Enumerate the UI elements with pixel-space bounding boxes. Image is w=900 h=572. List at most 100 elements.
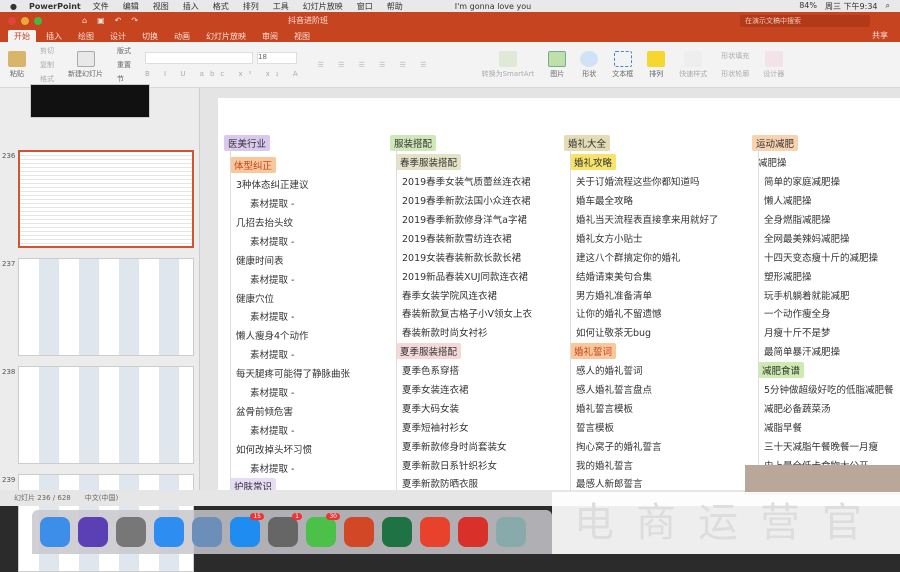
mindmap-node[interactable]: 结婚请柬美句合集 bbox=[564, 266, 719, 285]
mindmap-node[interactable]: 婚礼女方小贴士 bbox=[564, 228, 719, 247]
zoom-button[interactable] bbox=[34, 16, 42, 25]
mindmap-node[interactable]: 塑形减肥操 bbox=[752, 266, 894, 285]
mindmap-node[interactable]: 春装新款时尚女衬衫 bbox=[390, 323, 532, 342]
mindmap-node[interactable]: 建这八个群搞定你的婚礼 bbox=[564, 247, 719, 266]
mindmap-node[interactable]: 懒人减肥操 bbox=[752, 191, 894, 210]
tab-0[interactable]: 开始 bbox=[8, 30, 36, 42]
home-icon[interactable]: ⌂ bbox=[82, 16, 87, 25]
tab-6[interactable]: 幻灯片放映 bbox=[200, 30, 252, 42]
preview-icon[interactable] bbox=[192, 517, 222, 547]
slide-canvas[interactable]: 医美行业 体型纠正 3种体态纠正建议 素材提取 - 几招去抬头纹 素材提取 - 健康时间表素… bbox=[218, 98, 900, 498]
mindmap-node[interactable]: 夏季女装连衣裙 bbox=[390, 380, 532, 399]
mindmap-node[interactable]: 夏季色系穿搭 bbox=[390, 361, 532, 380]
mindmap-node[interactable]: 掏心窝子的婚礼誓言 bbox=[564, 436, 719, 455]
safari-icon[interactable] bbox=[154, 517, 184, 547]
mindmap-root[interactable]: 婚礼大全 bbox=[564, 134, 719, 153]
paste-button[interactable]: 粘贴 bbox=[8, 50, 26, 79]
mindmap-node[interactable]: 素材提取 - bbox=[224, 269, 350, 288]
minimize-button[interactable] bbox=[21, 16, 29, 25]
language-indicator[interactable]: 中文(中国) bbox=[85, 493, 118, 503]
mindmap-node[interactable]: 婚礼誓言模板 bbox=[564, 398, 719, 417]
mindmap-node[interactable]: 体型纠正 bbox=[224, 156, 350, 175]
app-menu[interactable]: PowerPoint bbox=[29, 2, 81, 11]
picture-button[interactable]: 图片 bbox=[548, 50, 567, 79]
mindmap-node[interactable]: 2019新品春装XUJ同款连衣裙 bbox=[390, 266, 532, 285]
shape-button[interactable]: 形状 bbox=[580, 50, 599, 79]
mindmap-node[interactable]: 最简单暴汗减肥操 bbox=[752, 342, 894, 361]
mindmap-node[interactable]: 减肥必备蔬菜汤 bbox=[752, 398, 894, 417]
tab-5[interactable]: 动画 bbox=[168, 30, 196, 42]
apple-icon[interactable]: ● bbox=[10, 2, 17, 11]
slide-thumbnail[interactable] bbox=[18, 366, 194, 464]
paragraph-buttons[interactable]: ☰ ☰ ☰ ☰ ☰ ☰ bbox=[318, 61, 468, 69]
powerpoint-icon[interactable] bbox=[344, 517, 374, 547]
photos-icon[interactable] bbox=[496, 517, 526, 547]
app-store-icon[interactable]: 15 bbox=[230, 513, 264, 547]
menu-item[interactable]: 排列 bbox=[243, 1, 259, 12]
menu-item[interactable]: 文件 bbox=[93, 1, 109, 12]
reset-button[interactable]: 重置 bbox=[117, 60, 131, 70]
mindmap-node[interactable]: 减脂早餐 bbox=[752, 417, 894, 436]
battery-level[interactable]: 84% bbox=[799, 1, 817, 12]
mindmap-node[interactable]: 每天腿疼可能得了静脉曲张 bbox=[224, 364, 350, 383]
mindmap-node[interactable]: 一个动作瘦全身 bbox=[752, 304, 894, 323]
mindmap-node[interactable]: 素材提取 - bbox=[224, 231, 350, 250]
section-button[interactable]: 节 bbox=[117, 74, 131, 84]
mindmap-node[interactable]: 月瘦十斤不是梦 bbox=[752, 323, 894, 342]
finder-icon[interactable] bbox=[40, 517, 70, 547]
shape-fill-button[interactable]: 形状填充 bbox=[721, 51, 749, 61]
mindmap-node[interactable]: 健康穴位 bbox=[224, 288, 350, 307]
mindmap-node[interactable]: 素材提取 - bbox=[224, 458, 350, 477]
menu-item[interactable]: 工具 bbox=[273, 1, 289, 12]
mindmap-node[interactable]: 素材提取 - bbox=[224, 383, 350, 402]
layout-button[interactable]: 版式 bbox=[117, 46, 131, 56]
copy-button[interactable]: 复制 bbox=[40, 60, 54, 70]
menu-item[interactable]: 窗口 bbox=[357, 1, 373, 12]
mindmap-node[interactable]: 3种体态纠正建议 bbox=[224, 175, 350, 194]
textbox-button[interactable]: 文本框 bbox=[612, 50, 633, 79]
mindmap-node[interactable]: 男方婚礼准备清单 bbox=[564, 285, 719, 304]
mindmap-node[interactable]: 减肥操 bbox=[752, 153, 894, 172]
mindmap-node[interactable]: 感人婚礼誓言盘点 bbox=[564, 380, 719, 399]
slide-thumbnail-235[interactable] bbox=[30, 84, 150, 118]
slide-thumbnail-pane[interactable]: 236 237 238 239 bbox=[0, 84, 200, 572]
mindmap-node[interactable]: 素材提取 - bbox=[224, 420, 350, 439]
mindmap-node[interactable]: 婚车最全攻略 bbox=[564, 191, 719, 210]
mindmap-node[interactable]: 盆骨前倾危害 bbox=[224, 401, 350, 420]
mindmap-node[interactable]: 素材提取 - bbox=[224, 194, 350, 213]
mindmap-node[interactable]: 让你的婚礼不留遗憾 bbox=[564, 304, 719, 323]
quick-styles-button[interactable]: 快速样式 bbox=[679, 50, 707, 79]
mindmap-node[interactable]: 誓言模板 bbox=[564, 417, 719, 436]
wechat-icon[interactable]: 30 bbox=[306, 513, 340, 547]
tab-3[interactable]: 设计 bbox=[104, 30, 132, 42]
search-icon[interactable]: ⌕ bbox=[886, 1, 890, 12]
mindmap-node[interactable]: 感人的婚礼誓词 bbox=[564, 361, 719, 380]
menu-item[interactable]: 插入 bbox=[183, 1, 199, 12]
mindmap-node[interactable]: 素材提取 - bbox=[224, 345, 350, 364]
mindmap-node[interactable]: 2019女装春装新款长款长裙 bbox=[390, 247, 532, 266]
mindmap-node[interactable]: 我的婚礼誓言 bbox=[564, 455, 719, 474]
slide-thumbnail[interactable] bbox=[18, 150, 194, 248]
save-icon[interactable]: ▣ bbox=[97, 16, 105, 25]
mindmap-node[interactable]: 春装新款复古格子小V领女上衣 bbox=[390, 304, 532, 323]
mindmap-node[interactable]: 懒人瘦身4个动作 bbox=[224, 326, 350, 345]
mindmap-node[interactable]: 2019春季新款修身洋气a字裙 bbox=[390, 210, 532, 229]
undo-icon[interactable]: ↶ bbox=[115, 16, 122, 25]
close-button[interactable] bbox=[8, 16, 16, 25]
font-name-select[interactable] bbox=[145, 51, 253, 64]
mindmap-node[interactable]: 全网最美辣妈减肥操 bbox=[752, 228, 894, 247]
mindmap-node[interactable]: 关于订婚流程这些你都知道吗 bbox=[564, 172, 719, 191]
tab-7[interactable]: 审阅 bbox=[256, 30, 284, 42]
mindmap-node[interactable]: 玩手机躺着就能减肥 bbox=[752, 285, 894, 304]
menu-item[interactable]: 幻灯片放映 bbox=[303, 1, 343, 12]
format-painter-button[interactable]: 格式 bbox=[40, 74, 54, 84]
search-input[interactable]: 在演示文稿中搜索 bbox=[740, 14, 870, 27]
shape-outline-button[interactable]: 形状轮廓 bbox=[721, 69, 749, 79]
siri-icon[interactable] bbox=[78, 517, 108, 547]
mindmap-node[interactable]: 健康时间表 bbox=[224, 250, 350, 269]
design-ideas-button[interactable]: 设计器 bbox=[763, 50, 784, 79]
excel-icon[interactable] bbox=[382, 517, 412, 547]
mindmap-root[interactable]: 运动减肥 bbox=[752, 134, 894, 153]
mindmap-node[interactable]: 5分钟做超级好吃的低脂减肥餐 bbox=[752, 380, 894, 399]
mindmap-node[interactable]: 减肥食谱 bbox=[752, 361, 894, 380]
